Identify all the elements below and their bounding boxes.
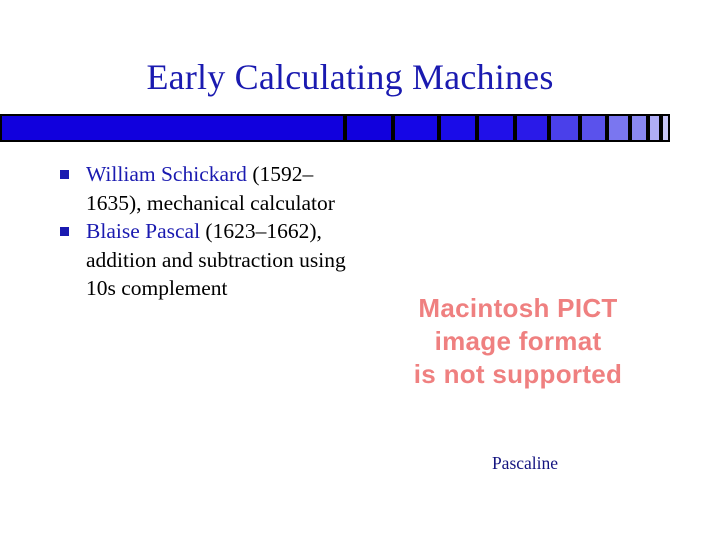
pict-placeholder-line-3: is not supported bbox=[413, 359, 623, 389]
square-bullet-icon bbox=[60, 170, 69, 179]
divider-bar-block-8 bbox=[580, 114, 607, 142]
divider-bar-block-11 bbox=[648, 114, 661, 142]
list-item: William Schickard (1592–1635), mechanica… bbox=[56, 160, 356, 217]
pict-placeholder-line-2: image format bbox=[434, 326, 602, 356]
divider-bar-block-10 bbox=[630, 114, 648, 142]
square-bullet-icon bbox=[60, 227, 69, 236]
list-item-lead: Blaise Pascal bbox=[86, 219, 201, 243]
pict-unsupported-placeholder: Macintosh PICT image format is not suppo… bbox=[358, 292, 678, 391]
divider-bar-block-1 bbox=[0, 114, 345, 142]
divider-bar-block-6 bbox=[515, 114, 549, 142]
divider-bar-block-4 bbox=[439, 114, 477, 142]
pict-placeholder-line-1: Macintosh PICT bbox=[418, 293, 618, 323]
list-item-lead: William Schickard bbox=[86, 162, 247, 186]
list-item: Blaise Pascal (1623–1662), addition and … bbox=[56, 217, 356, 303]
decorative-divider-bar bbox=[0, 114, 720, 142]
divider-bar-block-7 bbox=[549, 114, 580, 142]
bullet-list: William Schickard (1592–1635), mechanica… bbox=[56, 160, 356, 303]
divider-bar-block-2 bbox=[345, 114, 393, 142]
divider-bar-block-3 bbox=[393, 114, 439, 142]
figure-caption: Pascaline bbox=[491, 453, 559, 473]
divider-bar-block-5 bbox=[477, 114, 515, 142]
divider-bar-block-12 bbox=[661, 114, 670, 142]
page-title: Early Calculating Machines bbox=[146, 57, 554, 97]
divider-bar-block-9 bbox=[607, 114, 630, 142]
